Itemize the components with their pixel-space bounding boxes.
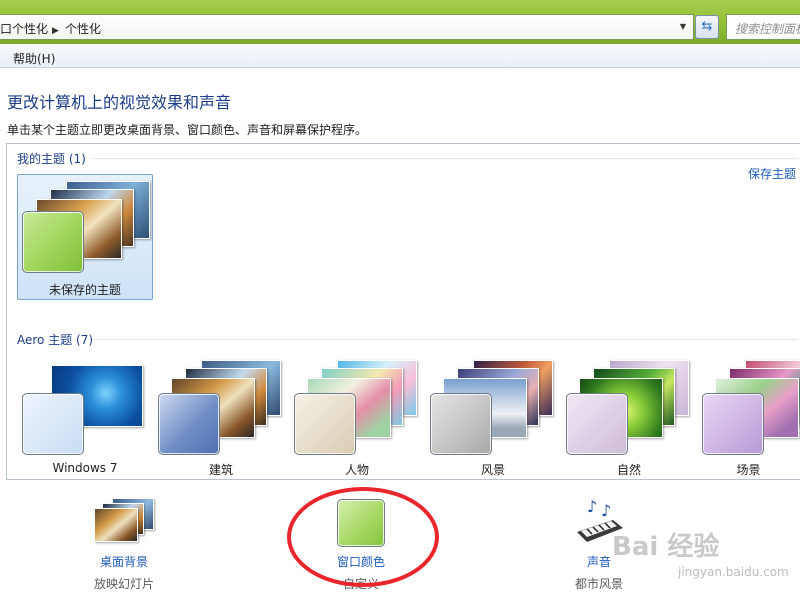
desktop-background-sub: 放映幻灯片	[93, 577, 154, 591]
save-theme-link[interactable]: 保存主题	[748, 165, 796, 182]
color-swatch	[158, 393, 220, 455]
theme-label: 人物	[344, 463, 369, 477]
desktop-background-link[interactable]: 桌面背景 放映幻灯片	[74, 494, 174, 594]
breadcrumb: 口个性化 ▶ 个性化	[0, 20, 101, 37]
page-title: 更改计算机上的视觉效果和声音	[7, 93, 232, 112]
desktop-background-icon	[94, 508, 138, 542]
breadcrumb-item-current[interactable]: 个性化	[65, 22, 101, 36]
theme-tile-unsaved[interactable]: 未保存的主题	[17, 174, 153, 300]
desktop-background-label: 桌面背景	[99, 555, 148, 569]
watermark-logo: Bai 经验	[612, 532, 720, 562]
svg-text:♪: ♪	[601, 501, 611, 520]
divider	[92, 158, 798, 159]
watermark-url: jingyan.baidu.com	[678, 565, 789, 579]
color-swatch	[294, 393, 356, 455]
window-title-bar: 口个性化 ▶ 个性化 ▼ ⇆ 搜索控制面板	[0, 0, 800, 44]
theme-label: 自然	[616, 463, 641, 477]
theme-tile-windows7[interactable]: Windows 7	[17, 356, 153, 476]
divider	[92, 339, 798, 340]
chevron-down-icon[interactable]: ▼	[676, 20, 690, 34]
theme-label: Windows 7	[52, 461, 118, 475]
search-placeholder: 搜索控制面板	[735, 22, 800, 36]
theme-label: 风景	[480, 463, 505, 477]
color-swatch	[22, 211, 84, 273]
search-input[interactable]: 搜索控制面板	[726, 14, 800, 40]
sound-sub: 都市风景	[574, 577, 623, 591]
refresh-button[interactable]: ⇆	[695, 15, 719, 39]
color-swatch	[702, 393, 764, 455]
svg-text:♪: ♪	[587, 497, 597, 516]
theme-label: 建筑	[208, 463, 233, 477]
address-bar[interactable]: 口个性化 ▶ 个性化	[0, 14, 694, 40]
menu-bar: 帮助(H)	[0, 44, 800, 68]
aero-themes-heading: Aero 主题 (7)	[17, 333, 94, 347]
page-description: 单击某个主题立即更改桌面背景、窗口颜色、声音和屏幕保护程序。	[7, 123, 368, 137]
theme-tile-scenes[interactable]: 场景	[697, 356, 800, 477]
annotation-circle	[287, 487, 439, 587]
breadcrumb-arrow-icon[interactable]: ▶	[52, 26, 59, 36]
theme-label: 未保存的主题	[48, 283, 121, 297]
color-swatch	[22, 393, 84, 455]
theme-tile-characters[interactable]: 人物	[289, 356, 425, 477]
color-swatch	[430, 393, 492, 455]
theme-tile-nature[interactable]: 自然	[561, 356, 697, 477]
theme-label: 场景	[736, 463, 761, 477]
theme-tile-architecture[interactable]: 建筑	[153, 356, 289, 477]
menu-item-help[interactable]: 帮助(H)	[13, 50, 55, 67]
breadcrumb-item-parent[interactable]: 口个性化	[0, 22, 48, 36]
color-swatch	[566, 393, 628, 455]
theme-tile-landscapes[interactable]: 风景	[425, 356, 561, 477]
my-themes-heading: 我的主题 (1)	[17, 152, 86, 166]
